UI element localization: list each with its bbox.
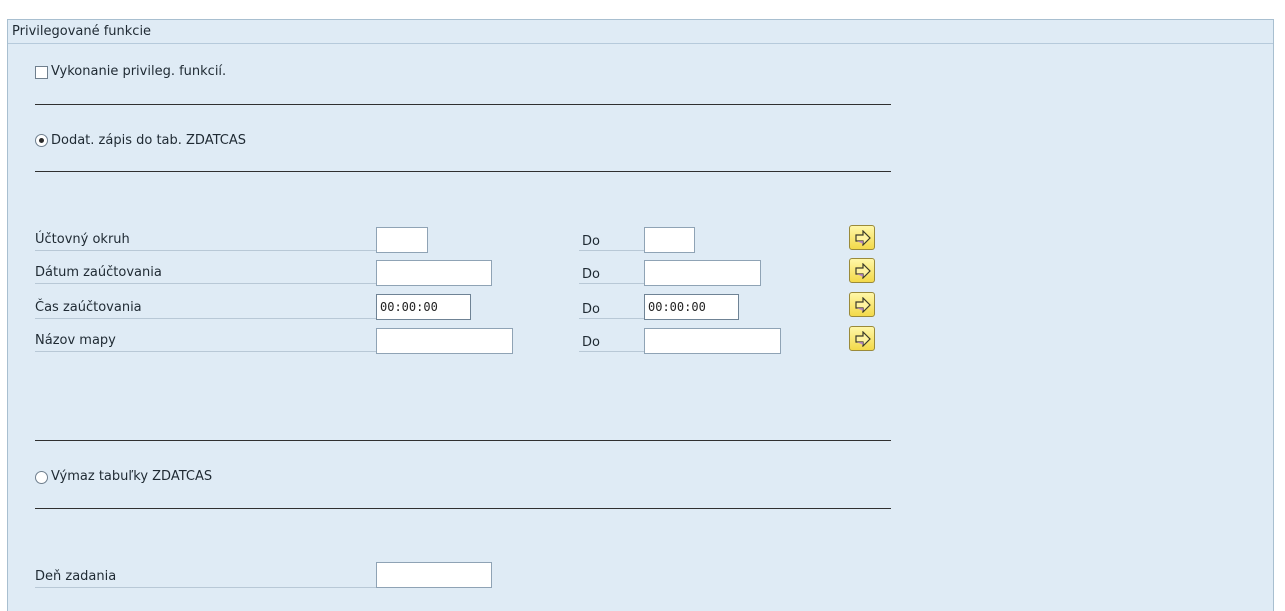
arrow-right-icon: [855, 230, 871, 246]
row-underline: [35, 318, 378, 319]
posting-time-from-input[interactable]: 00:00:00: [376, 294, 471, 320]
map-name-to-input[interactable]: [644, 328, 781, 354]
separator-2: [35, 171, 891, 172]
map-name-multi-select-button[interactable]: [849, 326, 875, 351]
delete-radio-label: Výmaz tabuľky ZDATCAS: [51, 469, 213, 484]
entry-day-label: Deň zadania: [35, 569, 117, 584]
insert-radio-label: Dodat. zápis do tab. ZDATCAS: [51, 133, 246, 148]
row-underline: [35, 283, 378, 284]
map-name-label: Názov mapy: [35, 333, 116, 348]
company-code-from-input[interactable]: [376, 227, 428, 253]
row-underline: [35, 587, 378, 588]
row-underline: [579, 250, 645, 251]
company-code-multi-select-button[interactable]: [849, 225, 875, 250]
separator-3: [35, 440, 891, 441]
row-underline: [579, 283, 645, 284]
privileged-checkbox[interactable]: [35, 66, 48, 79]
entry-day-input[interactable]: [376, 562, 492, 588]
company-code-to-label: Do: [582, 234, 600, 249]
company-code-label: Účtovný okruh: [35, 232, 130, 247]
posting-date-from-input[interactable]: [376, 260, 492, 286]
posting-time-label: Čas zaúčtovania: [35, 300, 142, 315]
arrow-right-icon: [855, 297, 871, 313]
insert-radio[interactable]: [35, 134, 48, 147]
row-underline: [35, 351, 378, 352]
posting-date-to-input[interactable]: [644, 260, 761, 286]
posting-date-label: Dátum zaúčtovania: [35, 265, 162, 280]
arrow-right-icon: [855, 331, 871, 347]
separator-1: [35, 104, 891, 105]
company-code-to-input[interactable]: [644, 227, 695, 253]
posting-time-to-input[interactable]: 00:00:00: [644, 294, 739, 320]
separator-4: [35, 508, 891, 509]
posting-time-multi-select-button[interactable]: [849, 292, 875, 317]
posting-time-to-label: Do: [582, 302, 600, 317]
row-underline: [35, 250, 378, 251]
row-underline: [579, 351, 645, 352]
row-underline: [579, 318, 645, 319]
posting-date-multi-select-button[interactable]: [849, 258, 875, 283]
map-name-to-label: Do: [582, 335, 600, 350]
posting-date-to-label: Do: [582, 267, 600, 282]
frame-title: Privilegované funkcie: [8, 20, 1273, 44]
delete-radio[interactable]: [35, 471, 48, 484]
map-name-from-input[interactable]: [376, 328, 513, 354]
privileged-checkbox-label: Vykonanie privileg. funkcií.: [51, 64, 227, 79]
arrow-right-icon: [855, 263, 871, 279]
privileged-functions-frame: Privilegované funkcie Vykonanie privileg…: [7, 19, 1274, 611]
